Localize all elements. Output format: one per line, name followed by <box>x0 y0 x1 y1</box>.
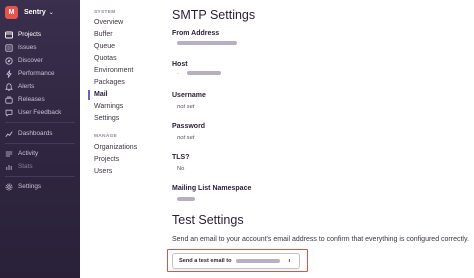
sidebar-item-label: User Feedback <box>18 109 62 116</box>
sidebar-item-label: Stats <box>18 163 33 170</box>
sidebar-item-settings[interactable]: Settings <box>0 181 80 192</box>
mailing-list-value <box>177 197 195 203</box>
password-label: Password <box>172 123 206 130</box>
host-value-text: · <box>177 71 179 77</box>
sidebar-item-dashboards[interactable]: Dashboards <box>0 128 80 139</box>
sidebar-divider <box>5 143 75 144</box>
test-settings-title: Test Settings <box>172 213 244 227</box>
sidebar-item-label: Activity <box>18 150 39 157</box>
username-value: not set <box>177 104 195 110</box>
subnav-link-packages[interactable]: Packages <box>94 78 125 88</box>
issues-icon <box>5 43 13 52</box>
subnav-link-settings[interactable]: Settings <box>94 114 119 124</box>
mailing-list-label: Mailing List Namespace <box>172 185 252 192</box>
sidebar-item-releases[interactable]: Releases <box>0 94 80 105</box>
subnav-link-environment[interactable]: Environment <box>94 66 133 76</box>
send-test-email-button[interactable]: Send a test email to ı <box>172 253 300 269</box>
sidebar-item-projects[interactable]: Projects <box>0 29 80 40</box>
sidebar-item-label: Alerts <box>18 83 35 90</box>
tls-label: TLS? <box>172 154 190 161</box>
discover-icon <box>5 56 13 65</box>
redacted-text <box>177 197 195 202</box>
sidebar-item-label: Releases <box>18 96 45 103</box>
sidebar-item-label: Dashboards <box>18 130 53 137</box>
sidebar-item-label: Settings <box>18 183 42 190</box>
projects-icon <box>5 31 13 39</box>
sidebar-item-activity[interactable]: Activity <box>0 148 80 159</box>
send-test-email-suffix: ı <box>288 258 291 264</box>
redacted-text <box>186 71 221 76</box>
sidebar-divider <box>5 122 75 123</box>
sidebar-item-discover[interactable]: Discover <box>0 55 80 66</box>
subnav-link-projects[interactable]: Projects <box>94 155 119 165</box>
password-value: not set <box>177 135 195 141</box>
sidebar-item-label: Projects <box>18 31 42 38</box>
subnav-link-quotas[interactable]: Quotas <box>94 54 117 64</box>
tls-value: No <box>177 166 185 172</box>
user-feedback-icon <box>5 109 13 117</box>
from-address-value <box>177 41 237 47</box>
host-value: · <box>177 71 221 77</box>
manage-heading: MANAGE <box>94 134 118 139</box>
sidebar-item-user-feedback[interactable]: User Feedback <box>0 107 80 118</box>
sidebar-item-label: Issues <box>18 44 37 51</box>
org-avatar: M <box>5 5 18 19</box>
subnav-link-organizations[interactable]: Organizations <box>94 143 137 153</box>
subnav-link-buffer[interactable]: Buffer <box>94 30 113 40</box>
stats-icon <box>5 163 13 171</box>
sidebar-item-issues[interactable]: Issues <box>0 42 80 53</box>
alerts-icon <box>5 82 13 91</box>
chevron-down-icon: ⌄ <box>48 9 54 16</box>
subnav-link-warnings[interactable]: Warnings <box>94 102 123 112</box>
releases-icon <box>5 96 13 104</box>
subnav-link-mail[interactable]: Mail <box>94 90 108 100</box>
sidebar-item-stats[interactable]: Stats <box>0 161 80 172</box>
sidebar-item-alerts[interactable]: Alerts <box>0 81 80 92</box>
username-label: Username <box>172 92 206 99</box>
subnav-link-overview[interactable]: Overview <box>94 18 123 28</box>
activity-icon <box>5 150 13 158</box>
sidebar-item-label: Discover <box>18 57 43 64</box>
active-indicator <box>88 90 90 100</box>
redacted-text <box>177 41 237 46</box>
primary-sidebar: M Sentry ⌄ Projects Issues Discover Perf… <box>0 0 80 278</box>
send-test-email-label: Send a test email to <box>179 258 232 264</box>
host-label: Host <box>172 61 188 68</box>
sidebar-item-performance[interactable]: Performance <box>0 68 80 79</box>
sidebar-item-label: Performance <box>18 70 55 77</box>
sidebar-divider <box>5 176 75 177</box>
performance-icon <box>5 69 13 78</box>
gear-icon <box>5 183 13 191</box>
subnav-link-queue[interactable]: Queue <box>94 42 115 52</box>
system-heading: SYSTEM <box>94 10 116 15</box>
dashboards-icon <box>5 130 13 138</box>
org-switcher[interactable]: M Sentry ⌄ <box>5 5 54 19</box>
subnav-link-users[interactable]: Users <box>94 167 112 177</box>
smtp-settings-title: SMTP Settings <box>172 8 256 22</box>
redacted-text <box>235 259 280 263</box>
from-address-label: From Address <box>172 30 220 37</box>
test-settings-description: Send an email to your account's email ad… <box>172 236 469 243</box>
org-name: Sentry <box>24 8 46 16</box>
